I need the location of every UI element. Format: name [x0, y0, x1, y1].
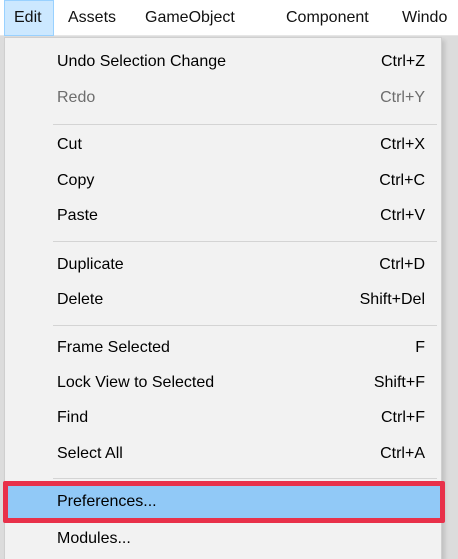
menu-item-shortcut: Ctrl+F	[381, 409, 425, 426]
menu-item-paste[interactable]: Paste Ctrl+V	[5, 200, 441, 232]
menu-item-shortcut: Ctrl+A	[380, 445, 425, 462]
menu-item-frame-selected[interactable]: Frame Selected F	[5, 332, 441, 364]
menu-item-label: Duplicate	[57, 256, 124, 273]
menu-item-shortcut: Shift+F	[373, 374, 425, 391]
menu-component[interactable]: Component	[286, 0, 369, 36]
menu-item-shortcut: Ctrl+C	[379, 172, 425, 189]
menu-separator	[53, 124, 437, 125]
menu-separator	[53, 478, 437, 479]
menu-item-duplicate[interactable]: Duplicate Ctrl+D	[5, 249, 441, 281]
menu-item-undo[interactable]: Undo Selection Change Ctrl+Z	[5, 46, 441, 78]
menu-item-shortcut: Ctrl+X	[380, 136, 425, 153]
menu-item-label: Lock View to Selected	[57, 374, 215, 391]
menu-item-select-all[interactable]: Select All Ctrl+A	[5, 438, 441, 470]
menu-gameobject[interactable]: GameObject	[145, 0, 235, 36]
menu-item-label: Delete	[57, 291, 104, 308]
menu-bar: Edit Assets GameObject Component Windo	[0, 0, 458, 36]
menu-item-find[interactable]: Find Ctrl+F	[5, 402, 441, 434]
menu-assets[interactable]: Assets	[68, 0, 116, 36]
menu-separator	[53, 241, 437, 242]
menu-item-label: Select All	[57, 445, 123, 462]
menu-item-label: Cut	[57, 136, 82, 153]
menu-item-label: Undo Selection Change	[57, 53, 227, 70]
menu-item-label: Find	[57, 409, 89, 426]
menu-item-shortcut: Shift+Del	[359, 291, 425, 308]
menu-item-modules[interactable]: Modules...	[5, 523, 441, 555]
menu-separator	[53, 325, 437, 326]
menu-item-delete[interactable]: Delete Shift+Del	[5, 284, 441, 316]
menu-item-label: Redo	[57, 89, 96, 106]
menu-edit[interactable]: Edit	[4, 0, 54, 36]
menu-item-preferences[interactable]: Preferences...	[6, 485, 440, 519]
menu-item-label: Frame Selected	[57, 339, 170, 356]
menu-item-shortcut: Ctrl+D	[379, 256, 425, 273]
menu-item-shortcut: Ctrl+Z	[381, 53, 425, 70]
menu-item-label: Modules...	[57, 530, 131, 547]
menu-item-shortcut: F	[415, 339, 425, 356]
edit-dropdown-menu: Undo Selection Change Ctrl+Z Redo Ctrl+Y…	[4, 37, 442, 559]
menu-item-redo: Redo Ctrl+Y	[5, 82, 441, 114]
menu-item-cut[interactable]: Cut Ctrl+X	[5, 129, 441, 161]
menu-item-lock-view[interactable]: Lock View to Selected Shift+F	[5, 367, 441, 399]
menu-item-label: Preferences...	[57, 493, 157, 510]
menu-window[interactable]: Windo	[402, 0, 447, 36]
menu-item-shortcut: Ctrl+V	[380, 207, 425, 224]
menu-item-copy[interactable]: Copy Ctrl+C	[5, 165, 441, 197]
menu-item-label: Copy	[57, 172, 95, 189]
menu-item-shortcut: Ctrl+Y	[380, 89, 425, 106]
menu-item-label: Paste	[57, 207, 98, 224]
